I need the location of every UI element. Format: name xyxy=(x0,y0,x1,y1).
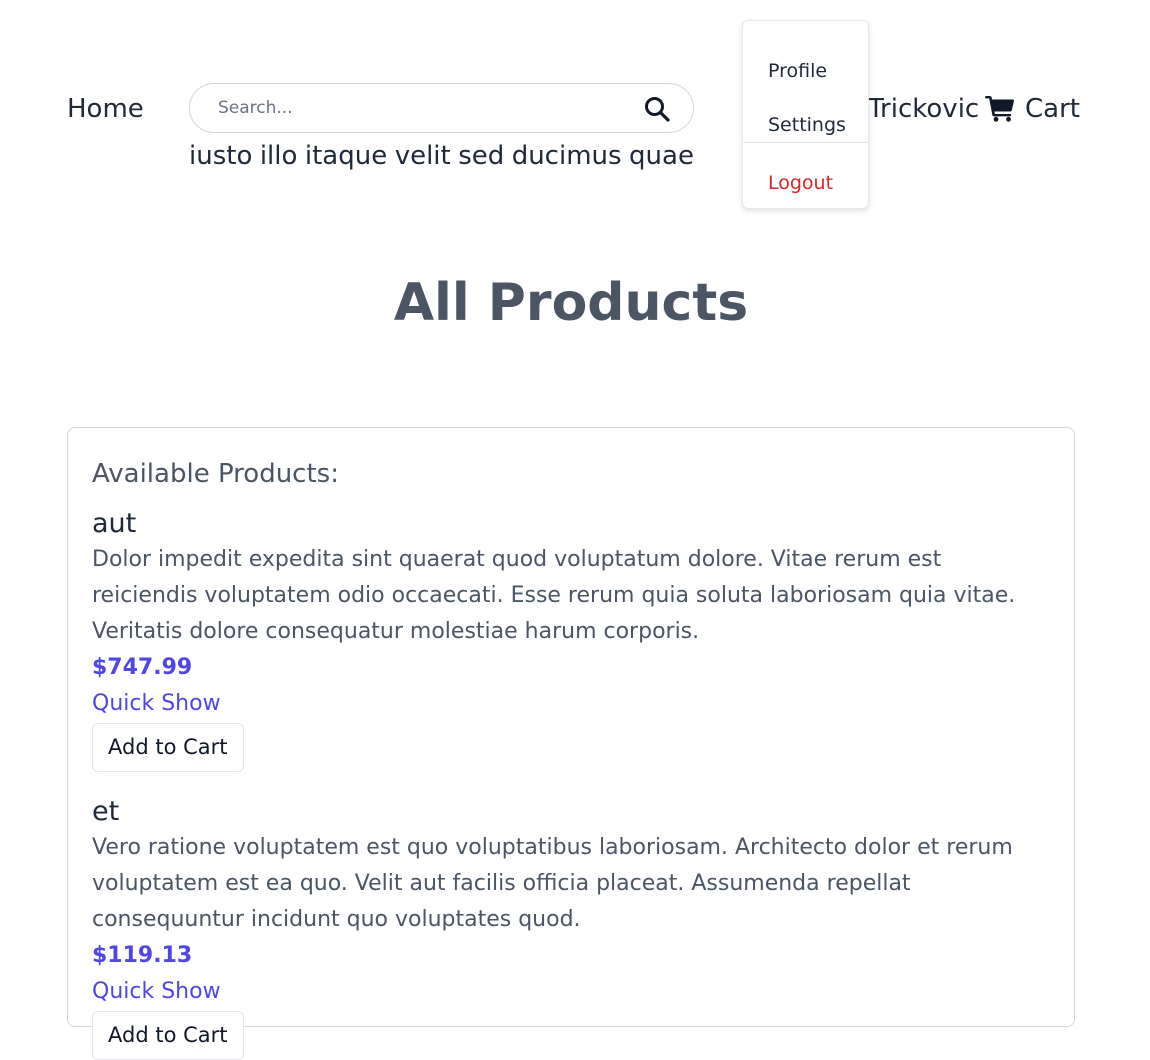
add-to-cart-button[interactable]: Add to Cart xyxy=(92,723,244,772)
search-tag[interactable]: itaque xyxy=(305,139,387,173)
search-bar xyxy=(189,83,694,133)
cart-label: Cart xyxy=(1025,94,1080,124)
page-title: All Products xyxy=(393,273,749,333)
product-price: $119.13 xyxy=(92,943,193,968)
nav-home-link[interactable]: Home xyxy=(67,92,144,126)
cart-icon xyxy=(985,96,1014,122)
product-price: $747.99 xyxy=(92,655,193,680)
search-tag[interactable]: sed xyxy=(458,139,504,173)
user-dropdown-menu: Profile Settings Logout xyxy=(742,20,869,209)
product-name: et xyxy=(92,796,120,827)
user-menu-trigger[interactable]: Trickovic xyxy=(868,92,979,126)
dropdown-divider xyxy=(743,142,868,143)
search-tag[interactable]: illo xyxy=(260,139,298,173)
product-description: Vero ratione voluptatem est quo voluptat… xyxy=(92,835,1013,932)
product-name: aut xyxy=(92,508,137,539)
add-to-cart-button[interactable]: Add to Cart xyxy=(92,1011,244,1060)
quick-show-link[interactable]: Quick Show xyxy=(92,686,1050,722)
dropdown-item-logout[interactable]: Logout xyxy=(768,170,833,196)
dropdown-item-settings[interactable]: Settings xyxy=(768,112,846,138)
quick-show-link[interactable]: Quick Show xyxy=(92,974,1050,1010)
search-tag[interactable]: ducimus xyxy=(512,139,622,173)
search-button[interactable] xyxy=(643,96,671,122)
search-input[interactable] xyxy=(216,84,636,132)
product-description: Dolor impedit expedita sint quaerat quod… xyxy=(92,547,1016,644)
search-tag[interactable]: quae xyxy=(629,139,694,173)
panel-heading: Available Products: xyxy=(92,459,339,489)
search-icon xyxy=(645,97,670,122)
search-tags: iusto illo itaque velit sed ducimus quae xyxy=(189,139,694,173)
product-card: et Vero ratione voluptatem est quo volup… xyxy=(92,794,1050,1060)
search-tag[interactable]: iusto xyxy=(189,139,252,173)
cart-link[interactable]: Cart xyxy=(985,92,1080,126)
search-tag[interactable]: velit xyxy=(395,139,451,173)
dropdown-item-profile[interactable]: Profile xyxy=(768,58,827,84)
product-card: aut Dolor impedit expedita sint quaerat … xyxy=(92,506,1050,772)
products-panel: Available Products: aut Dolor impedit ex… xyxy=(67,427,1075,1060)
